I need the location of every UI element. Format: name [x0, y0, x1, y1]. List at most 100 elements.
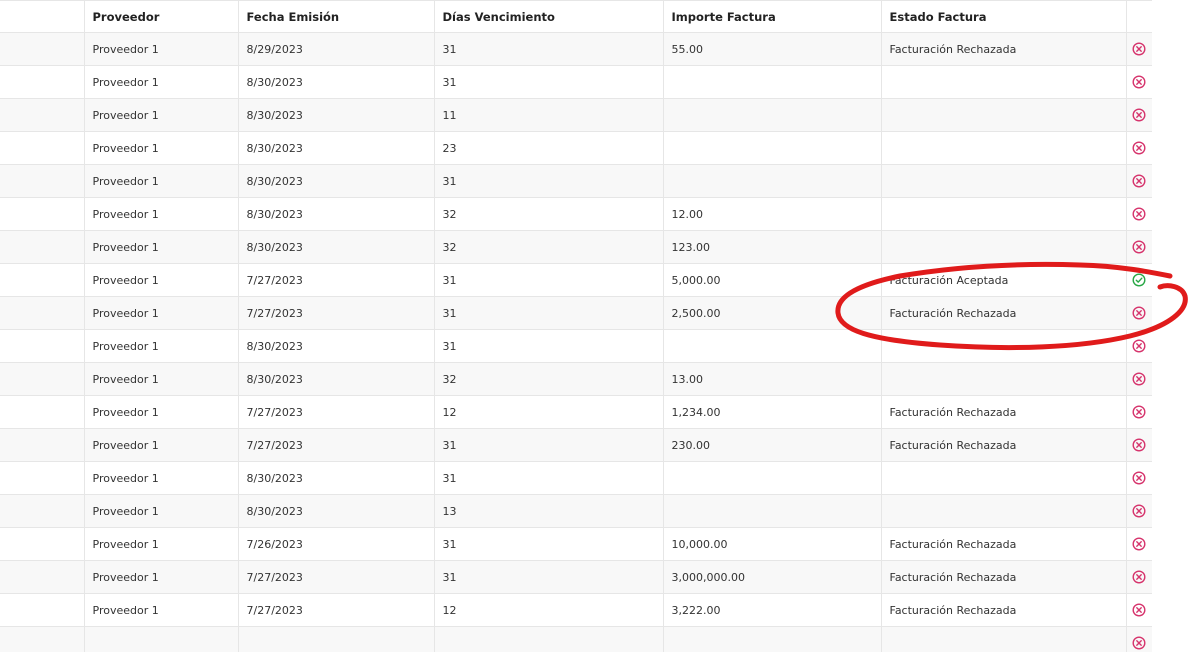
table-row[interactable]: Proveedor 1 8/30/2023 23 — [0, 131, 1152, 165]
cell-fecha-emision: 8/30/2023 — [238, 164, 435, 198]
reject-icon[interactable] — [1132, 42, 1146, 56]
table-row[interactable]: Proveedor 1 7/27/2023 12 1,234.00 Facturació… — [0, 395, 1152, 429]
row-selector-cell[interactable] — [0, 626, 85, 652]
table-row[interactable]: Proveedor 1 8/30/2023 32 12.00 — [0, 197, 1152, 231]
reject-icon[interactable] — [1132, 174, 1146, 188]
table-row[interactable]: Proveedor 1 7/27/2023 12 3,222.00 Facturació… — [0, 593, 1152, 627]
row-status-action-cell — [1126, 461, 1152, 495]
table-row[interactable]: Proveedor 1 8/30/2023 32 123.00 — [0, 230, 1152, 264]
reject-icon[interactable] — [1132, 603, 1146, 617]
table-row[interactable]: Proveedor 1 7/26/2023 31 10,000.00 Facturaci… — [0, 527, 1152, 561]
table-row[interactable] — [0, 626, 1152, 652]
table-row[interactable]: Proveedor 1 7/27/2023 31 5,000.00 Facturació… — [0, 263, 1152, 297]
reject-icon[interactable] — [1132, 405, 1146, 419]
invoice-table: Proveedor Fecha Emisión Días Vencimiento… — [0, 0, 1152, 652]
cell-dias-vencimiento: 31 — [434, 461, 664, 495]
row-selector-cell[interactable] — [0, 230, 85, 264]
reject-icon[interactable] — [1132, 570, 1146, 584]
cell-estado-factura: Facturación Rechazada — [881, 527, 1127, 561]
cell-dias-vencimiento: 31 — [434, 329, 664, 363]
table-row[interactable]: Proveedor 1 8/30/2023 31 — [0, 65, 1152, 99]
column-header-importe-factura[interactable]: Importe Factura — [663, 0, 882, 33]
cell-importe-factura — [663, 164, 882, 198]
row-status-action-cell — [1126, 395, 1152, 429]
cell-fecha-emision: 7/27/2023 — [238, 263, 435, 297]
reject-icon[interactable] — [1132, 75, 1146, 89]
cell-importe-factura: 2,500.00 — [663, 296, 882, 330]
row-selector-cell[interactable] — [0, 329, 85, 363]
cell-estado-factura — [881, 461, 1127, 495]
table-body: Proveedor 1 8/29/2023 31 55.00 Facturación R… — [0, 32, 1152, 652]
row-selector-cell[interactable] — [0, 98, 85, 132]
reject-icon[interactable] — [1132, 207, 1146, 221]
cell-dias-vencimiento: 32 — [434, 362, 664, 396]
column-header-proveedor[interactable]: Proveedor — [84, 0, 239, 33]
cell-proveedor: Proveedor 1 — [84, 98, 239, 132]
reject-icon[interactable] — [1132, 504, 1146, 518]
cell-proveedor: Proveedor 1 — [84, 362, 239, 396]
row-selector-cell[interactable] — [0, 164, 85, 198]
cell-fecha-emision: 8/30/2023 — [238, 230, 435, 264]
row-selector-cell[interactable] — [0, 560, 85, 594]
row-selector-cell[interactable] — [0, 197, 85, 231]
reject-icon[interactable] — [1132, 372, 1146, 386]
cell-importe-factura — [663, 626, 882, 652]
cell-proveedor: Proveedor 1 — [84, 395, 239, 429]
reject-icon[interactable] — [1132, 240, 1146, 254]
reject-icon[interactable] — [1132, 471, 1146, 485]
row-selector-cell[interactable] — [0, 428, 85, 462]
table-row[interactable]: Proveedor 1 7/27/2023 31 3,000,000.00 Factur… — [0, 560, 1152, 594]
cell-proveedor: Proveedor 1 — [84, 296, 239, 330]
row-selector-cell[interactable] — [0, 362, 85, 396]
cell-fecha-emision: 8/30/2023 — [238, 329, 435, 363]
row-selector-cell[interactable] — [0, 65, 85, 99]
cell-fecha-emision: 7/27/2023 — [238, 593, 435, 627]
reject-icon[interactable] — [1132, 339, 1146, 353]
reject-icon[interactable] — [1132, 108, 1146, 122]
cell-fecha-emision — [238, 626, 435, 652]
reject-icon[interactable] — [1132, 141, 1146, 155]
row-selector-cell[interactable] — [0, 32, 85, 66]
cell-proveedor: Proveedor 1 — [84, 32, 239, 66]
table-row[interactable]: Proveedor 1 7/27/2023 31 2,500.00 Facturació… — [0, 296, 1152, 330]
column-header-fecha-emision[interactable]: Fecha Emisión — [238, 0, 435, 33]
table-row[interactable]: Proveedor 1 8/30/2023 32 13.00 — [0, 362, 1152, 396]
cell-fecha-emision: 8/30/2023 — [238, 461, 435, 495]
reject-icon[interactable] — [1132, 537, 1146, 551]
cell-importe-factura: 55.00 — [663, 32, 882, 66]
column-header-estado-factura[interactable]: Estado Factura — [881, 0, 1127, 33]
cell-dias-vencimiento: 32 — [434, 230, 664, 264]
cell-proveedor: Proveedor 1 — [84, 494, 239, 528]
table-row[interactable]: Proveedor 1 7/27/2023 31 230.00 Facturación … — [0, 428, 1152, 462]
table-row[interactable]: Proveedor 1 8/30/2023 31 — [0, 329, 1152, 363]
row-selector-cell[interactable] — [0, 131, 85, 165]
row-selector-cell[interactable] — [0, 527, 85, 561]
accept-icon[interactable] — [1132, 273, 1146, 287]
cell-fecha-emision: 8/30/2023 — [238, 98, 435, 132]
row-selector-cell[interactable] — [0, 395, 85, 429]
cell-estado-factura: Facturación Rechazada — [881, 593, 1127, 627]
table-row[interactable]: Proveedor 1 8/30/2023 13 — [0, 494, 1152, 528]
column-header-dias-vencimiento[interactable]: Días Vencimiento — [434, 0, 664, 33]
cell-estado-factura: Facturación Rechazada — [881, 428, 1127, 462]
cell-estado-factura — [881, 626, 1127, 652]
row-selector-cell[interactable] — [0, 593, 85, 627]
table-row[interactable]: Proveedor 1 8/30/2023 31 — [0, 164, 1152, 198]
row-status-action-cell — [1126, 98, 1152, 132]
row-status-action-cell — [1126, 131, 1152, 165]
row-selector-cell[interactable] — [0, 263, 85, 297]
table-row[interactable]: Proveedor 1 8/30/2023 31 — [0, 461, 1152, 495]
table-row[interactable]: Proveedor 1 8/29/2023 31 55.00 Facturación R… — [0, 32, 1152, 66]
row-selector-cell[interactable] — [0, 461, 85, 495]
cell-estado-factura — [881, 197, 1127, 231]
row-selector-cell[interactable] — [0, 494, 85, 528]
reject-icon[interactable] — [1132, 636, 1146, 650]
table-row[interactable]: Proveedor 1 8/30/2023 11 — [0, 98, 1152, 132]
cell-importe-factura — [663, 329, 882, 363]
column-header-actions — [1126, 0, 1152, 33]
row-selector-cell[interactable] — [0, 296, 85, 330]
cell-estado-factura — [881, 164, 1127, 198]
reject-icon[interactable] — [1132, 438, 1146, 452]
reject-icon[interactable] — [1132, 306, 1146, 320]
cell-proveedor: Proveedor 1 — [84, 65, 239, 99]
